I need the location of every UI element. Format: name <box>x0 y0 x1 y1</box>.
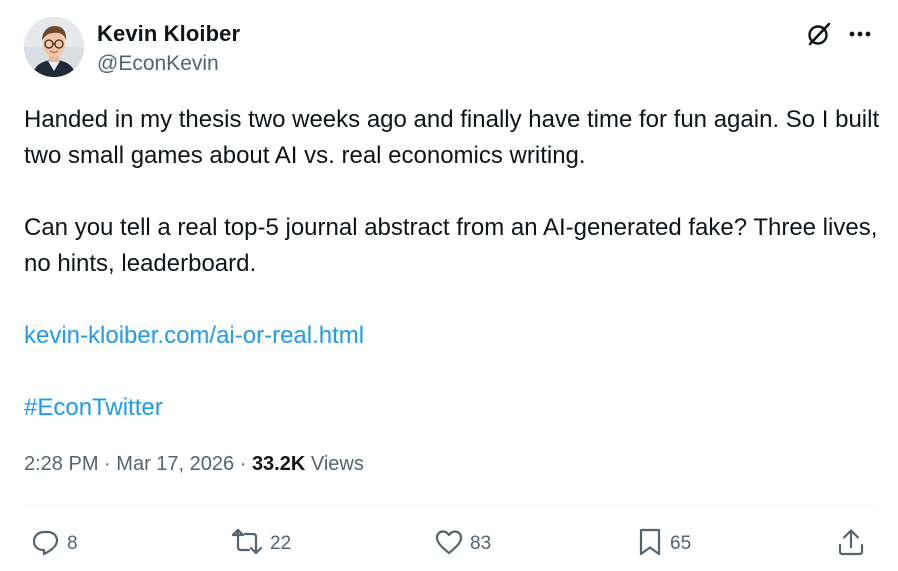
more-options-icon[interactable] <box>846 22 874 46</box>
author-avatar[interactable] <box>24 17 84 77</box>
heart-icon <box>435 530 463 555</box>
repost-icon <box>231 528 263 555</box>
meta-separator: · <box>104 453 111 475</box>
reply-button[interactable]: 8 <box>31 524 78 560</box>
repost-button[interactable]: 22 <box>230 524 291 560</box>
meta-separator: · <box>239 453 247 475</box>
repost-count: 22 <box>270 532 292 554</box>
author-handle[interactable]: @EconKevin <box>97 51 219 77</box>
bookmark-button[interactable]: 65 <box>636 524 691 560</box>
tweet-date[interactable]: Mar 17, 2026 <box>116 453 234 475</box>
like-button[interactable]: 83 <box>434 524 491 560</box>
like-count: 83 <box>470 532 492 554</box>
tweet-link[interactable]: kevin-kloiber.com/ai-or-real.html <box>24 322 364 349</box>
tweet-time[interactable]: 2:28 PM <box>24 453 98 475</box>
avatar-photo-icon <box>24 17 84 77</box>
tweet-meta: 2:28 PM · Mar 17, 2026 · 33.2K Views <box>24 450 364 478</box>
tweet-card: Kevin Kloiber @EconKevin Handed in my th… <box>0 0 898 571</box>
share-button[interactable] <box>836 524 866 560</box>
grok-icon[interactable] <box>805 20 833 48</box>
divider <box>24 505 874 506</box>
tweet-paragraph: Handed in my thesis two weeks ago and fi… <box>24 106 880 169</box>
author-name[interactable]: Kevin Kloiber <box>97 20 240 48</box>
views-label: Views <box>310 453 364 475</box>
bookmark-icon <box>639 528 661 556</box>
reply-icon <box>32 530 59 556</box>
reply-count: 8 <box>67 532 78 554</box>
hashtag-link[interactable]: #EconTwitter <box>24 394 163 421</box>
views-count: 33.2K <box>251 453 306 475</box>
share-icon <box>838 529 864 556</box>
tweet-text: Handed in my thesis two weeks ago and fi… <box>24 102 884 426</box>
tweet-paragraph: Can you tell a real top-5 journal abstra… <box>24 214 878 277</box>
bookmark-count: 65 <box>670 532 692 554</box>
